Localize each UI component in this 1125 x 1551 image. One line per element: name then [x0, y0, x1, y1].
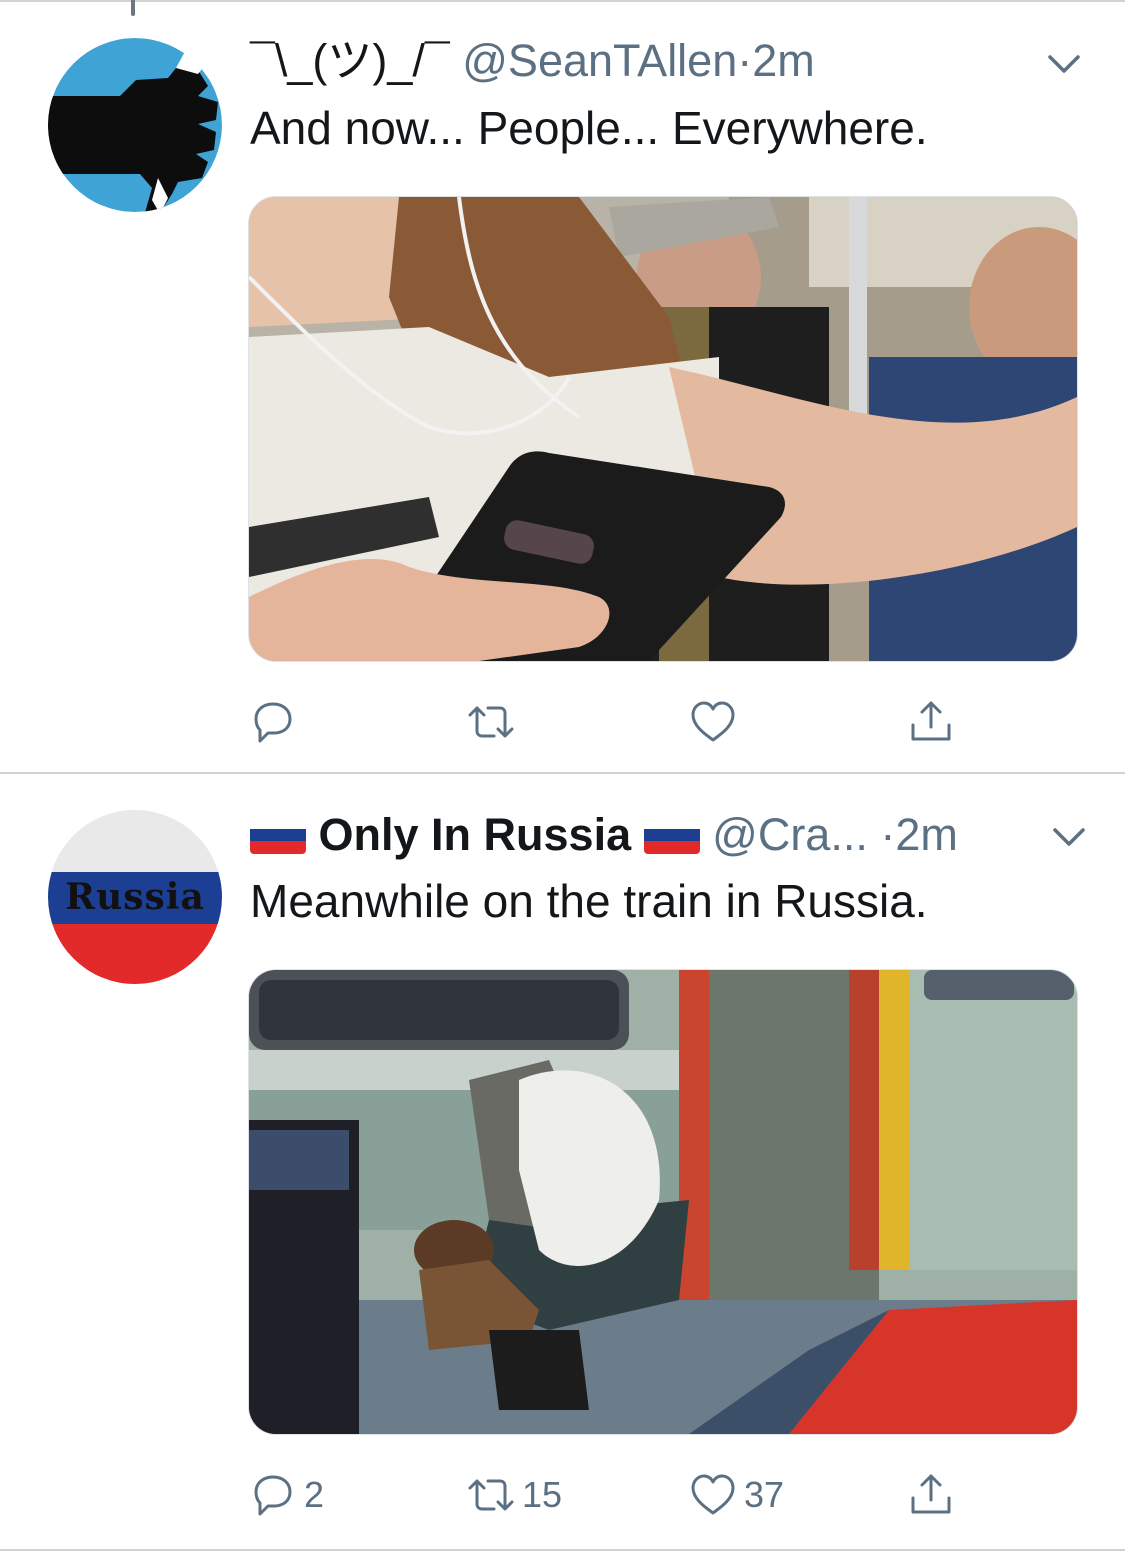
tweet-text: Meanwhile on the train in Russia.: [250, 875, 928, 927]
separator-dot: ·: [880, 809, 896, 860]
like-button[interactable]: 37: [688, 1465, 784, 1525]
user-handle[interactable]: @Cra...: [712, 809, 868, 860]
reply-button[interactable]: 2: [248, 1465, 324, 1525]
avatar[interactable]: [48, 38, 222, 212]
avatar-label: Russia: [65, 876, 205, 918]
reply-icon: [254, 1475, 292, 1516]
timestamp[interactable]: 2m: [752, 35, 815, 86]
subway-crowd-photo: [249, 197, 1077, 661]
separator-dot: ·: [737, 35, 753, 86]
reply-button[interactable]: [248, 692, 304, 752]
like-count: 37: [744, 1474, 785, 1515]
tweet-1[interactable]: ¯\_(ツ)_/¯ @SeanTAllen·2m And now... Peop…: [0, 0, 1125, 772]
like-button[interactable]: [688, 692, 744, 752]
tweet-2[interactable]: Russia Only In Russia @Cra... ·2m Meanwh…: [0, 773, 1125, 1551]
share-icon: [911, 1474, 951, 1514]
retweet-button[interactable]: [466, 692, 522, 752]
avatar[interactable]: Russia: [48, 810, 222, 984]
retweet-button[interactable]: 15: [466, 1465, 562, 1525]
retweet-icon: [468, 1479, 514, 1511]
display-name[interactable]: Only In Russia: [319, 809, 632, 860]
reply-icon: [254, 702, 292, 743]
tweet-actions: [248, 692, 1078, 752]
retweet-icon: [468, 706, 514, 738]
share-icon: [911, 701, 951, 741]
train-seat-sleeper-photo: [249, 970, 1077, 1434]
heart-icon: [691, 701, 735, 742]
thumbs-down-fist-icon: [48, 38, 222, 212]
reply-count: 2: [304, 1474, 325, 1515]
chevron-down-icon[interactable]: [1042, 42, 1086, 86]
retweet-count: 15: [522, 1474, 563, 1515]
timestamp[interactable]: 2m: [895, 809, 958, 860]
chevron-down-icon[interactable]: [1047, 815, 1091, 859]
tweet-text: And now... People... Everywhere.: [250, 102, 928, 154]
tweet-photo[interactable]: [248, 969, 1078, 1435]
tweet-header: Only In Russia @Cra... ·2m: [250, 808, 958, 862]
share-button[interactable]: [906, 1465, 956, 1525]
tweet-photo[interactable]: [248, 196, 1078, 662]
tweet-header: ¯\_(ツ)_/¯ @SeanTAllen·2m: [250, 34, 815, 88]
display-name[interactable]: ¯\_(ツ)_/¯: [250, 35, 450, 86]
heart-icon: [691, 1474, 735, 1515]
user-handle[interactable]: @SeanTAllen: [462, 35, 737, 86]
russia-flag-icon: [643, 816, 700, 854]
share-button[interactable]: [906, 692, 956, 752]
tweet-actions: 2 15 37: [248, 1465, 1078, 1525]
russia-flag-icon: [250, 816, 306, 854]
